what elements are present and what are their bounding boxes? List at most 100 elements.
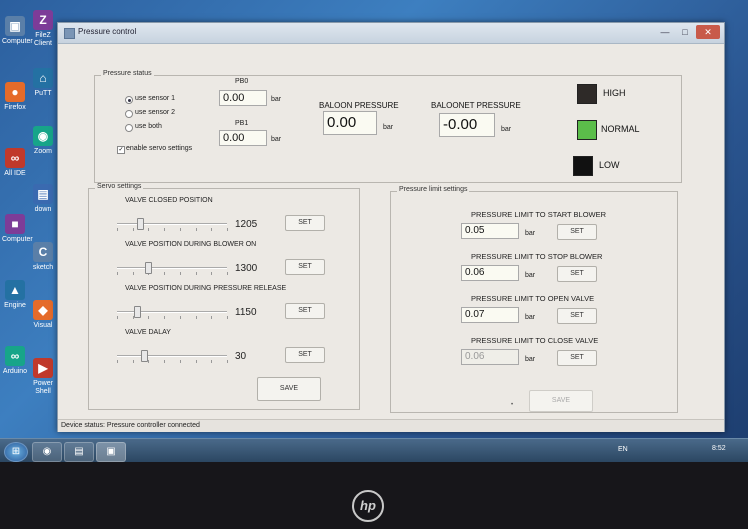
close-button[interactable]: ✕ (696, 25, 720, 39)
limit-set-button[interactable]: SET (557, 266, 597, 282)
taskbar-app-2[interactable]: ▤ (64, 442, 94, 462)
taskbar-app-pressure[interactable]: ▣ (96, 442, 126, 462)
desktop-icon[interactable]: ▣ Computer (2, 16, 33, 46)
servo-slider-thumb[interactable] (141, 350, 149, 362)
app-icon: ▣ (5, 16, 25, 36)
limit-row-label: PRESSURE LIMIT TO START BLOWER (471, 210, 607, 219)
desktop-icon[interactable]: ▤ down (30, 184, 56, 214)
limit-set-button[interactable]: SET (557, 224, 597, 240)
language-indicator[interactable]: EN (618, 446, 628, 453)
servo-slider-thumb[interactable] (144, 262, 152, 274)
slider-tick (195, 316, 197, 319)
limits-save-button[interactable]: SAVE (529, 390, 593, 412)
limit-value-field[interactable]: 0.06 (461, 349, 519, 365)
servo-slider-track (117, 223, 227, 225)
servo-slider-thumb[interactable] (133, 306, 141, 318)
slider-tick (179, 228, 181, 231)
hp-logo: hp (352, 490, 384, 522)
servo-row-label: VALVE POSITION DURING PRESSURE RELEASE (125, 285, 287, 292)
high-indicator (577, 84, 597, 104)
radio-use-sensor-1[interactable] (125, 96, 133, 104)
radio-use-sensor-2[interactable] (125, 110, 133, 118)
limit-value-field[interactable]: 0.05 (461, 223, 519, 239)
app-icon (64, 28, 75, 39)
desktop-icon[interactable]: ◆ Visual (30, 300, 56, 330)
baloon-pressure-label: BALOON PRESSURE (319, 101, 399, 110)
slider-tick (211, 228, 213, 231)
normal-indicator (577, 120, 597, 140)
title-bar[interactable]: Pressure control — □ ✕ (58, 23, 724, 44)
limit-value-field[interactable]: 0.07 (461, 307, 519, 323)
desktop-icon[interactable]: Csketch (30, 242, 56, 272)
desktop-icon-label: All IDE (4, 170, 26, 177)
limit-unit: bar (525, 230, 536, 237)
pb1-value-field[interactable]: 0.00 (219, 130, 267, 146)
limit-set-button[interactable]: SET (557, 350, 597, 366)
servo-set-button[interactable]: SET (285, 347, 325, 363)
desktop-icon[interactable]: ▶ Power Shell (30, 358, 56, 396)
enable-servo-checkbox[interactable]: ✓ (117, 146, 125, 154)
limit-value-field[interactable]: 0.06 (461, 265, 519, 281)
baloonet-pressure-label: BALOONET PRESSURE (431, 101, 521, 110)
desktop-icon[interactable]: ■ Computer (2, 214, 33, 244)
desktop-icon[interactable]: ∞ All IDE (2, 148, 28, 178)
start-button[interactable]: ⊞ (4, 442, 28, 462)
pressure-status-group: Pressure status use sensor 1 use sensor … (94, 70, 682, 183)
window-title: Pressure control (78, 27, 137, 36)
slider-tick (148, 360, 150, 363)
app-window-icon: ▣ (106, 446, 116, 457)
desktop-icon[interactable]: ⌂ PuTT (30, 68, 56, 98)
app-icon: ▲ (5, 280, 25, 300)
app-icon: C (33, 242, 53, 262)
taskbar: ⊞ ◉ ▤ ▣ EN 8:52 (0, 438, 748, 463)
servo-set-button[interactable]: SET (285, 215, 325, 231)
limit-set-button[interactable]: SET (557, 308, 597, 324)
servo-row-value: 30 (235, 351, 247, 362)
high-label: HIGH (603, 88, 626, 98)
limit-row-label: PRESSURE LIMIT TO STOP BLOWER (471, 252, 603, 261)
servo-slider-thumb[interactable] (136, 218, 144, 230)
bullet-icon: • (511, 402, 514, 408)
desktop-icon-label: down (34, 206, 52, 213)
desktop-icon[interactable]: ∞ Arduino (2, 346, 28, 376)
radio-label-use-both: use both (135, 123, 162, 130)
maximize-button[interactable]: □ (676, 25, 694, 39)
slider-tick (211, 316, 213, 319)
minimize-button[interactable]: — (656, 25, 674, 39)
slider-tick (164, 316, 166, 319)
minimize-icon: — (660, 27, 670, 37)
desktop-icon[interactable]: ◉ Zoom (30, 126, 56, 156)
desktop-icon-label: Visual (33, 322, 53, 329)
servo-set-button[interactable]: SET (285, 259, 325, 275)
low-indicator (573, 156, 593, 176)
desktop-icon[interactable]: ● Firefox (2, 82, 28, 112)
app-icon: ∞ (5, 346, 25, 366)
slider-tick (164, 228, 166, 231)
desktop-icon-label: Zoom (34, 148, 52, 155)
limit-unit: bar (525, 356, 536, 363)
clock[interactable]: 8:52 (712, 445, 726, 452)
app-icon: Z (33, 10, 53, 30)
desktop-icon-label: FileZ Client (34, 32, 52, 47)
slider-tick (227, 360, 228, 363)
desktop-icon[interactable]: ▲ Engine (2, 280, 28, 310)
device-status-text: Device status: Pressure controller conne… (61, 422, 200, 429)
low-label: LOW (599, 160, 620, 170)
slider-tick (117, 316, 118, 319)
baloonet-pressure-value[interactable]: -0.00 (439, 113, 495, 137)
desktop-icon-label: Power Shell (33, 380, 53, 395)
desktop-icon[interactable]: Z FileZ Client (30, 10, 56, 48)
slider-tick (164, 272, 166, 275)
slider-tick (117, 360, 118, 363)
pb0-value-field[interactable]: 0.00 (219, 90, 267, 106)
slider-tick (179, 360, 181, 363)
baloon-pressure-value[interactable]: 0.00 (323, 111, 377, 135)
radio-use-both[interactable] (125, 124, 133, 132)
checkmark-icon: ✓ (118, 147, 124, 153)
servo-set-button[interactable]: SET (285, 303, 325, 319)
taskbar-app-1[interactable]: ◉ (32, 442, 62, 462)
servo-slider-track (117, 267, 227, 269)
servo-save-button[interactable]: SAVE (257, 377, 321, 401)
limit-row-label: PRESSURE LIMIT TO CLOSE VALVE (471, 336, 599, 345)
slider-tick (132, 272, 134, 275)
